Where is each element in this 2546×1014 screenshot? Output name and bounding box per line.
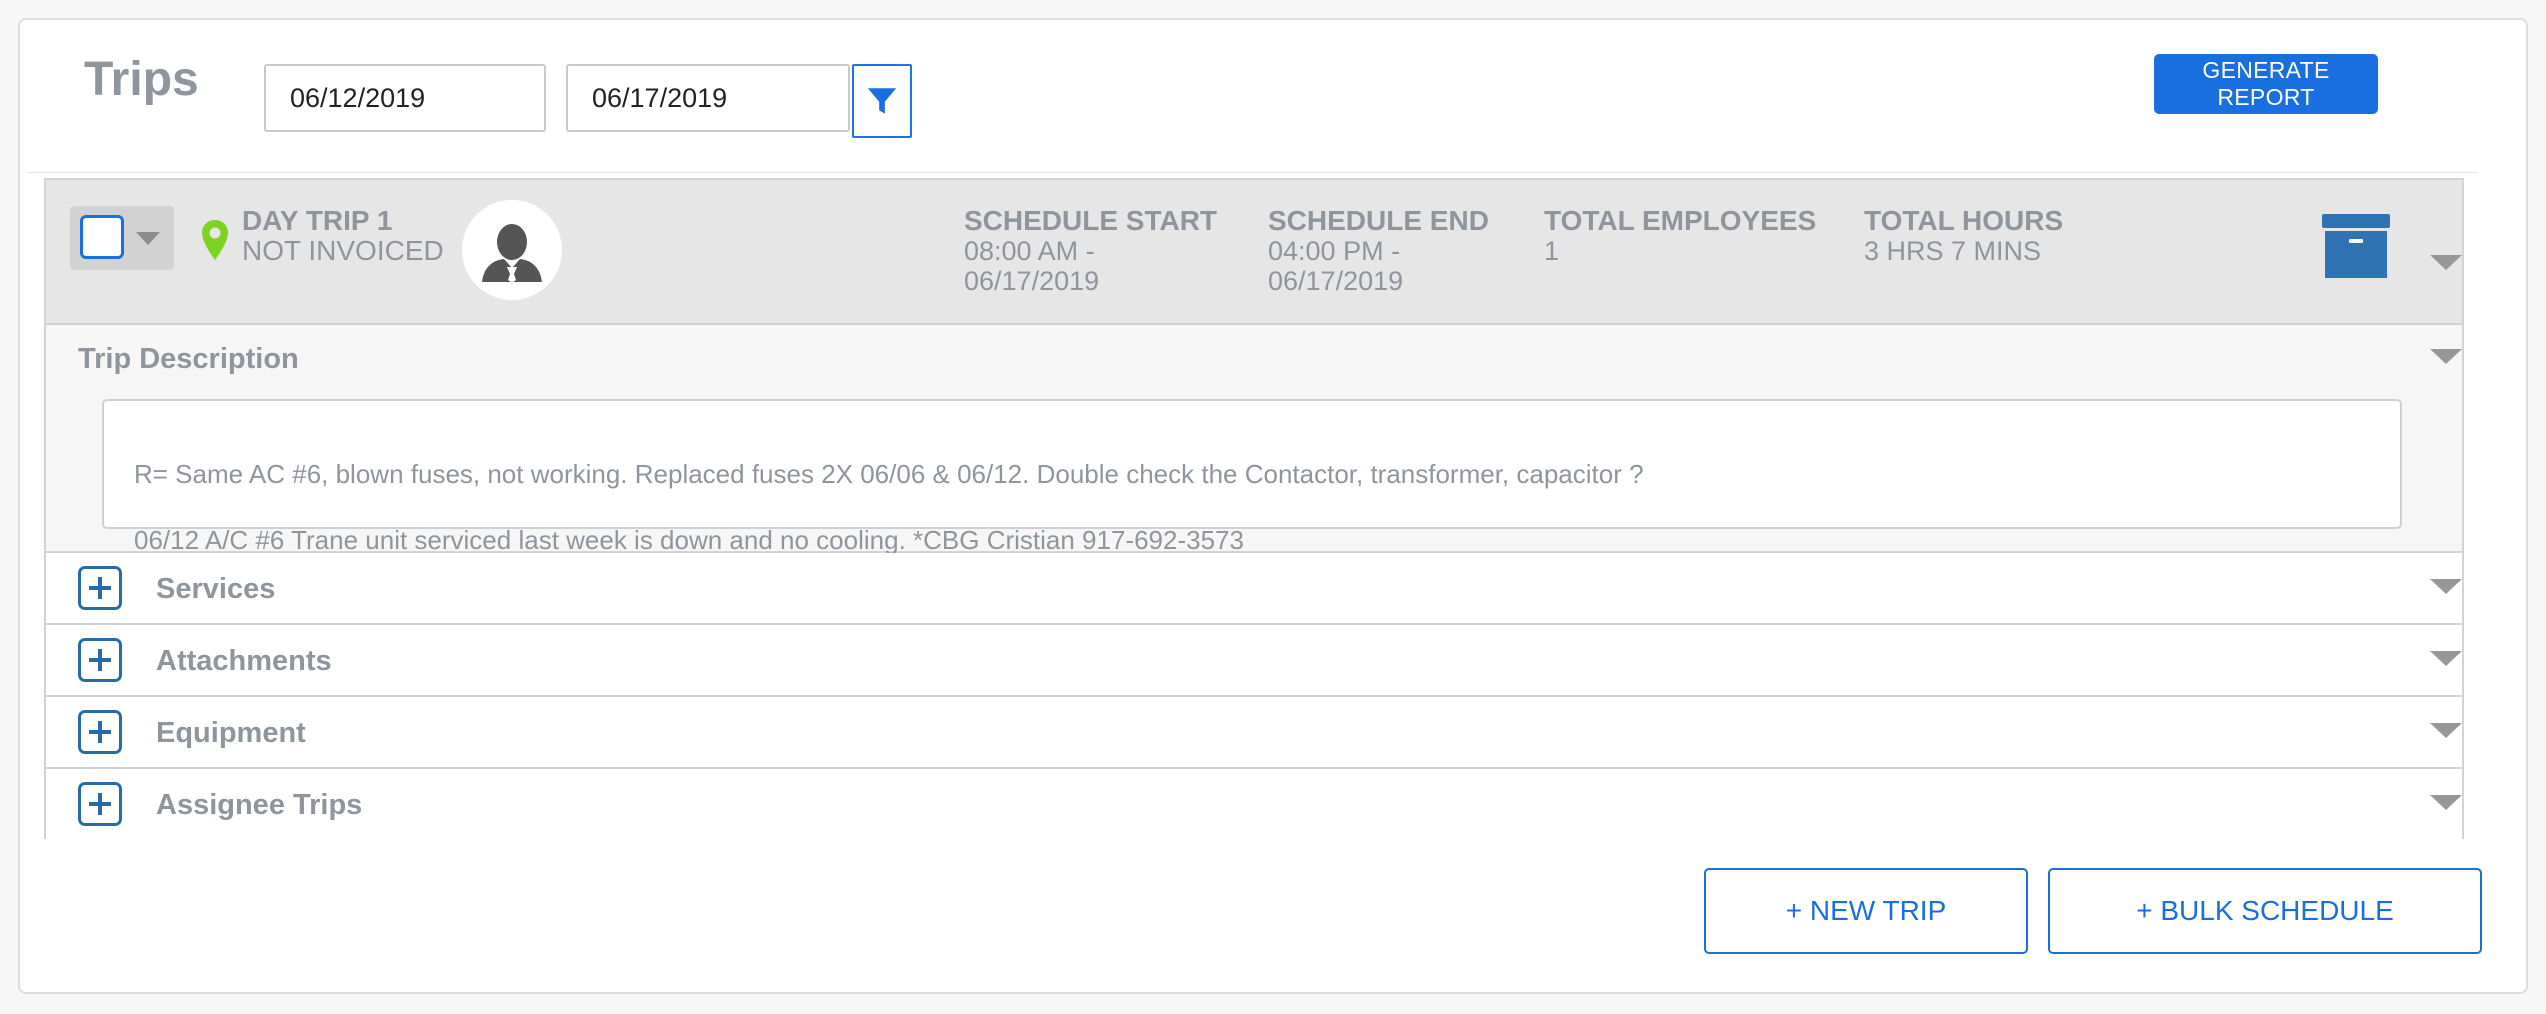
schedule-end: SCHEDULE END 04:00 PM - 06/17/2019 [1268,205,1489,297]
chevron-down-icon[interactable] [2430,723,2462,738]
schedule-start-label: SCHEDULE START [964,205,1218,236]
expand-plus-icon[interactable] [78,710,122,754]
total-hours-value: 3 HRS 7 MINS [1864,236,2042,266]
trip-description-section: Trip Description R= Same AC #6, blown fu… [46,325,2462,555]
invoice-status: NOT INVOICED [242,235,444,266]
chevron-down-icon[interactable] [2430,795,2462,810]
section-attachments[interactable]: Attachments [46,625,2462,697]
location-pin-icon [202,220,228,260]
trip-expand-chevron-icon[interactable] [2430,255,2462,270]
chevron-down-icon[interactable] [2430,651,2462,666]
section-label: Attachments [156,645,332,677]
section-label: Services [156,573,276,605]
schedule-start-date: 06/17/2019 [964,266,1100,296]
total-hours: TOTAL HOURS 3 HRS 7 MINS [1864,205,2064,267]
schedule-end-time: 04:00 PM - [1268,236,1401,266]
end-date-input[interactable] [566,64,850,132]
total-employees-label: TOTAL EMPLOYEES [1544,205,1817,236]
section-services[interactable]: Services [46,553,2462,625]
total-hours-label: TOTAL HOURS [1864,205,2064,236]
page-title: Trips [84,53,199,106]
bulk-schedule-button[interactable]: + BULK SCHEDULE [2048,868,2482,954]
section-equipment[interactable]: Equipment [46,697,2462,769]
start-date-input[interactable] [264,64,546,132]
header-divider [28,172,2478,173]
trip-select-checkbox[interactable] [80,215,124,259]
trip-description-box: R= Same AC #6, blown fuses, not working.… [102,399,2402,555]
archive-box-icon[interactable] [2322,214,2390,278]
total-employees-value: 1 [1544,236,1560,266]
filter-button[interactable] [852,64,912,138]
expand-plus-icon[interactable] [78,782,122,826]
total-employees: TOTAL EMPLOYEES 1 [1544,205,1817,267]
trip-header: DAY TRIP 1 NOT INVOICED SCHEDULE START 0… [46,180,2462,325]
trip-panel: DAY TRIP 1 NOT INVOICED SCHEDULE START 0… [44,178,2464,839]
chevron-down-icon[interactable] [2430,579,2462,594]
trip-select-group [70,206,174,270]
filter-icon [867,88,897,114]
section-assignee-trips[interactable]: Assignee Trips [46,769,2462,839]
technician-avatar-icon [462,200,562,300]
chevron-down-icon[interactable] [136,232,160,245]
generate-report-button[interactable]: GENERATE REPORT [2154,54,2378,114]
expand-plus-icon[interactable] [78,566,122,610]
new-trip-button[interactable]: + NEW TRIP [1704,868,2028,954]
trip-name: DAY TRIP 1 [242,205,393,236]
schedule-end-label: SCHEDULE END [1268,205,1489,236]
schedule-start: SCHEDULE START 08:00 AM - 06/17/2019 [964,205,1218,297]
expand-plus-icon[interactable] [78,638,122,682]
description-collapse-chevron-icon[interactable] [2430,349,2462,364]
schedule-end-date: 06/17/2019 [1268,266,1404,296]
trip-description-title: Trip Description [78,343,299,375]
section-label: Equipment [156,717,306,749]
trip-description-line-1: R= Same AC #6, blown fuses, not working.… [134,459,1644,489]
section-label: Assignee Trips [156,789,363,821]
schedule-start-time: 08:00 AM - [964,236,1095,266]
